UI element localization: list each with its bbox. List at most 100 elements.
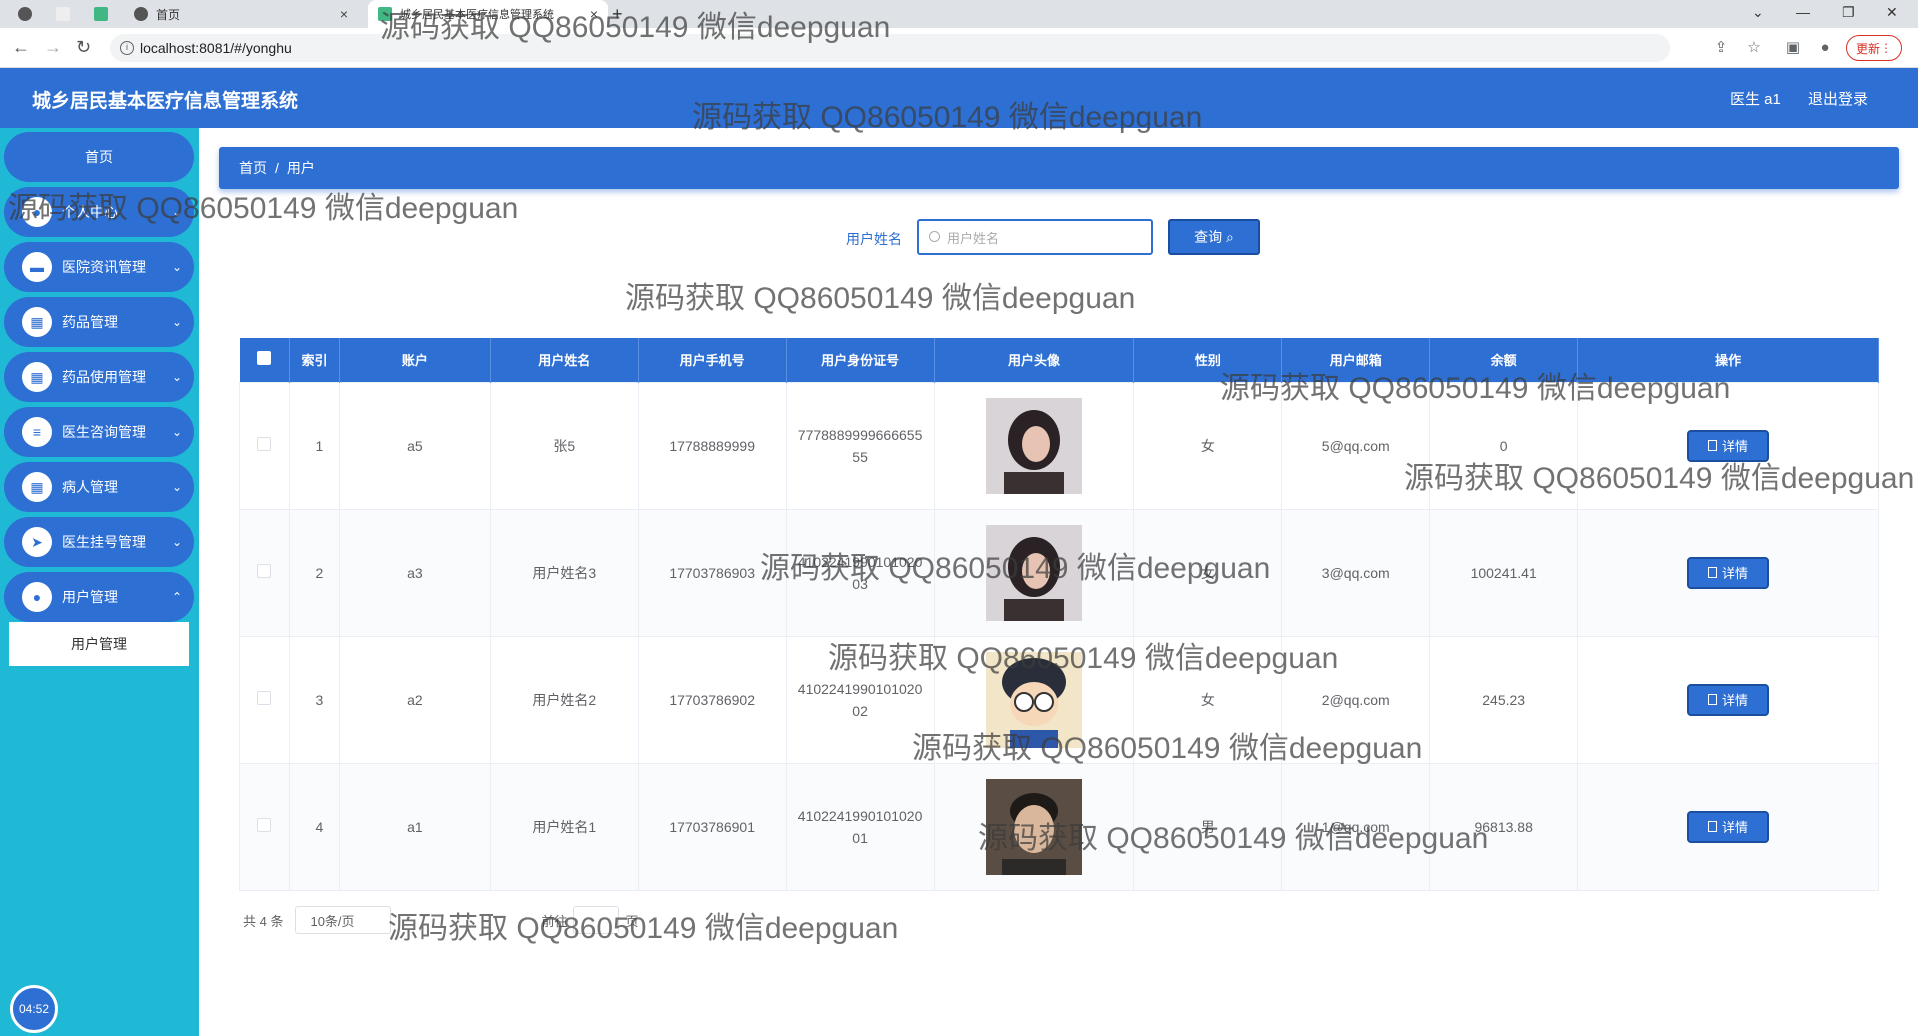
detail-button[interactable]: 详情: [1687, 810, 1770, 843]
window-close-icon[interactable]: ✕: [1886, 4, 1898, 21]
minimize-icon[interactable]: —: [1796, 4, 1810, 20]
vue-icon: [378, 7, 392, 21]
close-icon[interactable]: ×: [590, 6, 598, 22]
cell-balance: 100241.41: [1429, 508, 1579, 637]
sidebar-item-personal-center[interactable]: ● 个人中心 ⌄: [4, 187, 194, 237]
goto-page-input[interactable]: [573, 906, 620, 934]
sidebar-item-patients[interactable]: ▦ 病人管理 ⌄: [4, 462, 194, 512]
document-icon: [1708, 567, 1718, 578]
chevron-up-icon: ⌃: [171, 590, 182, 604]
watermark-text: 源码获取 QQ86050149 微信deepguan: [625, 282, 1136, 315]
chevron-down-icon: ⌄: [171, 480, 182, 494]
column-header: 用户手机号: [638, 338, 787, 382]
breadcrumb: 首页 / 用户: [219, 147, 1899, 189]
search-icon: [929, 231, 940, 242]
cell-email: 1@qq.com: [1281, 762, 1431, 891]
cell-account: a2: [338, 635, 491, 764]
goto-suffix: 页: [625, 913, 639, 929]
clock-badge: 04:52: [10, 985, 58, 1033]
chevron-down-icon: ⌄: [171, 425, 182, 439]
bookmark-star-icon[interactable]: ☆: [1745, 39, 1763, 57]
share-icon[interactable]: ⇪: [1712, 39, 1730, 57]
detail-button[interactable]: 详情: [1687, 683, 1770, 716]
detail-label: 详情: [1722, 439, 1749, 454]
sidebar-item-users[interactable]: ● 用户管理 ⌃: [4, 572, 194, 622]
grid-icon: ▦: [22, 362, 52, 392]
row-checkbox[interactable]: [257, 564, 272, 578]
cell-avatar: [933, 508, 1135, 637]
breadcrumb-separator: /: [275, 160, 279, 176]
cell-gender: 女: [1133, 508, 1283, 637]
detail-button[interactable]: 详情: [1687, 429, 1770, 462]
close-icon[interactable]: ×: [340, 6, 348, 22]
search-icon: ⌕: [1226, 228, 1234, 245]
cell-index: 3: [288, 635, 340, 764]
row-checkbox[interactable]: [257, 818, 272, 832]
cell-balance: 0: [1429, 381, 1579, 510]
sidebar-item-medicine-usage[interactable]: ▦ 药品使用管理 ⌄: [4, 352, 194, 402]
row-checkbox[interactable]: [257, 437, 272, 451]
column-header: 性别: [1133, 338, 1283, 382]
breadcrumb-home[interactable]: 首页: [239, 158, 267, 178]
submenu-item-users[interactable]: 用户管理: [9, 622, 189, 666]
tab-search-icon[interactable]: ⌄: [1752, 4, 1764, 21]
column-header: 用户身份证号: [786, 338, 935, 382]
column-header: 用户姓名: [490, 338, 639, 382]
cell-index: 4: [288, 762, 340, 891]
detail-button[interactable]: 详情: [1687, 556, 1770, 589]
browser-tab[interactable]: [8, 0, 44, 28]
breadcrumb-current: 用户: [286, 160, 315, 176]
sidebar-item-medicine[interactable]: ▦ 药品管理 ⌄: [4, 297, 194, 347]
restore-icon[interactable]: ❐: [1842, 4, 1855, 21]
back-icon[interactable]: ←: [12, 37, 30, 58]
chevron-down-icon: ⌄: [171, 535, 182, 549]
cell-account: a5: [338, 381, 491, 510]
cell-phone: 17703786903: [637, 508, 787, 637]
url-field[interactable]: i localhost:8081/#/yonghu: [110, 34, 1670, 62]
row-checkbox[interactable]: [257, 691, 272, 705]
browser-tab-active[interactable]: 城乡居民基本医疗信息管理系统 ×: [368, 0, 608, 28]
briefcase-icon: ▬: [22, 252, 52, 282]
sidebar-item-home[interactable]: 首页: [4, 132, 194, 182]
side-panel-icon[interactable]: ▣: [1784, 39, 1802, 57]
browser-tab[interactable]: [46, 0, 82, 28]
sidebar-item-label: 医生挂号管理: [62, 534, 146, 550]
profile-icon[interactable]: ●: [1816, 39, 1834, 57]
chevron-down-icon: ⌄: [171, 370, 182, 384]
grid-icon: ▦: [22, 472, 52, 502]
search-placeholder: 用户姓名: [947, 230, 1000, 246]
cell-name: 张5: [489, 381, 639, 510]
page-size-select[interactable]: 10条/页: [295, 906, 392, 934]
reload-icon[interactable]: ↻: [76, 37, 91, 58]
page-icon: [56, 7, 70, 21]
cell-balance: 96813.88: [1429, 762, 1579, 891]
update-label: 更新: [1855, 41, 1880, 56]
new-tab-button[interactable]: +: [612, 0, 636, 28]
forward-icon[interactable]: →: [44, 37, 62, 58]
browser-tab-home[interactable]: 首页 ×: [124, 0, 358, 28]
select-all-header[interactable]: [239, 338, 290, 382]
globe-icon: [18, 7, 32, 21]
cell-index: 2: [288, 508, 340, 637]
search-input[interactable]: 用户姓名: [917, 219, 1153, 255]
logout-link[interactable]: 退出登录: [1808, 88, 1868, 109]
table-row: 3 a2 用户姓名2 17703786902 41022419901010200…: [239, 635, 1879, 764]
avatar-image: [985, 651, 1082, 748]
table-row: 2 a3 用户姓名3 17703786903 41022419901010200…: [239, 508, 1879, 637]
document-icon: [1708, 694, 1718, 705]
cell-avatar: [933, 762, 1135, 891]
document-icon: [1708, 821, 1718, 832]
update-button[interactable]: 更新 ⋮: [1846, 35, 1902, 61]
sidebar-item-registration[interactable]: ➤ 医生挂号管理 ⌄: [4, 517, 194, 567]
send-icon: ➤: [22, 527, 52, 557]
cell-phone: 17788889999: [637, 381, 787, 510]
address-bar: ← → ↻ i localhost:8081/#/yonghu ⇪ ☆ ▣ ● …: [0, 28, 1918, 68]
sidebar-item-hospital-news[interactable]: ▬ 医院资讯管理 ⌄: [4, 242, 194, 292]
query-button[interactable]: 查询 ⌕: [1168, 219, 1260, 255]
cell-gender: 女: [1133, 635, 1283, 764]
browser-tab[interactable]: [84, 0, 120, 28]
cell-phone: 17703786901: [637, 762, 787, 891]
select-all-checkbox[interactable]: [257, 351, 272, 366]
info-icon[interactable]: i: [120, 41, 134, 55]
sidebar-item-doctor-consult[interactable]: ≡ 医生咨询管理 ⌄: [4, 407, 194, 457]
